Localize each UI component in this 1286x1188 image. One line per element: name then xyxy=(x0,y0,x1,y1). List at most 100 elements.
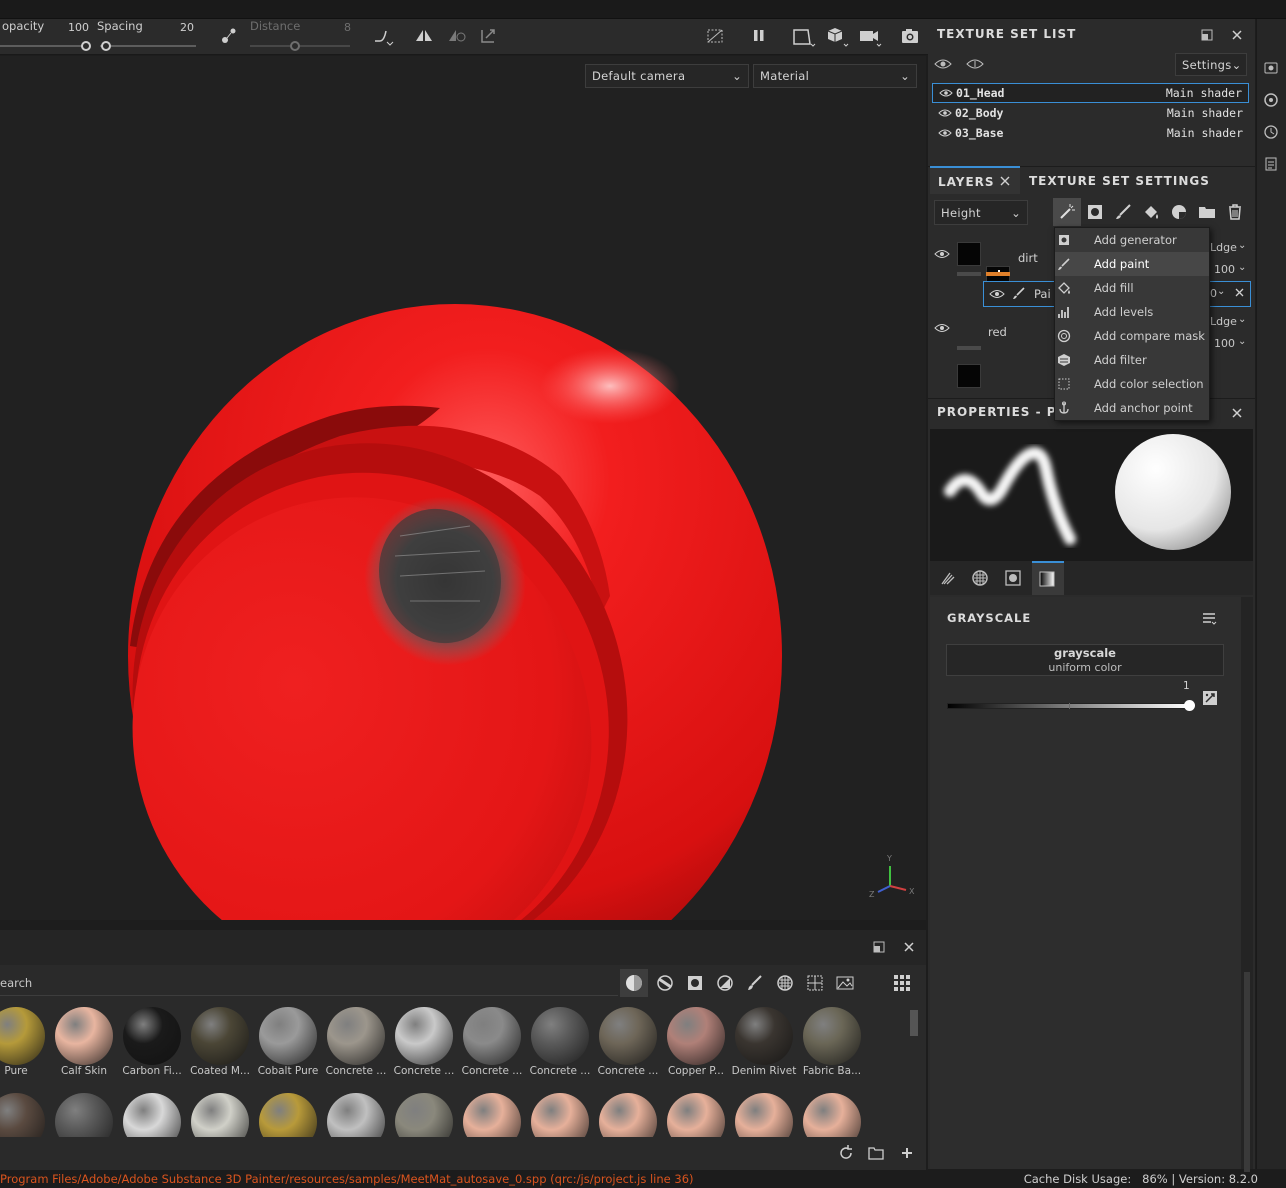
opacity-slider-handle[interactable] xyxy=(81,41,91,51)
add-folder-icon[interactable] xyxy=(1198,203,1216,221)
menu-item-add-fill[interactable]: Add fill xyxy=(1055,276,1209,300)
material-thumbnail[interactable] xyxy=(254,1093,317,1137)
layer-name[interactable]: dirt xyxy=(1018,251,1038,265)
grayscale-value[interactable]: 1 xyxy=(1183,680,1190,692)
material-thumbnail[interactable]: Cobalt Pure xyxy=(254,1007,322,1077)
visibility-eye-icon[interactable] xyxy=(934,322,950,334)
texture-set-row[interactable]: 02_Body Main shader xyxy=(932,103,1249,123)
menu-item-add-levels[interactable]: Add levels xyxy=(1055,300,1209,324)
menu-item-add-color-selection[interactable]: Add color selection xyxy=(1055,372,1209,396)
material-thumbnail[interactable]: Fabric Ba... xyxy=(798,1007,866,1077)
add-icon[interactable] xyxy=(898,1144,916,1162)
material-thumbnail[interactable] xyxy=(0,1093,45,1137)
distance-value[interactable]: 8 xyxy=(344,21,351,34)
spacing-slider-track[interactable] xyxy=(100,45,196,47)
close-icon[interactable] xyxy=(1231,407,1243,419)
material-thumbnail[interactable] xyxy=(390,1093,453,1137)
add-mask-icon[interactable] xyxy=(1086,203,1104,221)
menu-item-add-paint[interactable]: Add paint xyxy=(1055,252,1209,276)
add-paint-layer-icon[interactable] xyxy=(1114,203,1132,221)
pause-icon[interactable] xyxy=(749,26,769,46)
material-thumbnail[interactable] xyxy=(50,1093,113,1137)
properties-scrollbar[interactable] xyxy=(1241,597,1253,1172)
brush-tab-icon[interactable] xyxy=(938,569,956,587)
material-thumbnail[interactable]: Concrete ... xyxy=(458,1007,526,1077)
material-thumbnail[interactable]: Copper P... xyxy=(662,1007,730,1077)
undock-icon[interactable] xyxy=(1201,29,1213,41)
visibility-eye-icon[interactable] xyxy=(934,248,950,260)
layer-blend-mode[interactable]: Ldge xyxy=(1210,315,1237,328)
lazy-mouse-icon[interactable] xyxy=(220,25,238,47)
grayscale-slider-handle[interactable] xyxy=(1184,700,1195,711)
filters-icon[interactable] xyxy=(715,973,735,993)
display-settings-icon[interactable] xyxy=(1261,90,1281,110)
material-thumbnail[interactable] xyxy=(118,1093,181,1137)
effect-opacity[interactable]: 0 xyxy=(1210,287,1217,300)
visibility-eye-icon[interactable] xyxy=(938,128,952,138)
folder-icon[interactable] xyxy=(867,1144,885,1162)
material-thumbnail[interactable] xyxy=(594,1093,657,1137)
texture-set-shader[interactable]: Main shader xyxy=(1167,106,1243,120)
smart-mask-icon[interactable] xyxy=(685,973,705,993)
textures-icon[interactable] xyxy=(805,973,825,993)
layer-opacity[interactable]: 100 xyxy=(1214,263,1235,276)
camera-select[interactable]: Default camera ⌄ xyxy=(585,64,749,88)
layer-blend-mode[interactable]: Ldge xyxy=(1210,241,1237,254)
shelf-scrollbar[interactable] xyxy=(910,1010,918,1036)
menu-item-add-generator[interactable]: Add generator xyxy=(1055,228,1209,252)
stencil-tab-icon[interactable] xyxy=(1004,569,1022,587)
refresh-icon[interactable] xyxy=(837,1144,855,1162)
environment-icon[interactable] xyxy=(835,973,855,993)
texture-set-shader[interactable]: Main shader xyxy=(1166,86,1242,100)
texture-set-shader[interactable]: Main shader xyxy=(1167,126,1243,140)
add-fill-layer-icon[interactable] xyxy=(1142,203,1160,221)
smart-material-icon[interactable] xyxy=(655,973,675,993)
alpha-tab-icon[interactable] xyxy=(971,569,989,587)
material-thumbnail[interactable]: Calf Skin xyxy=(50,1007,118,1077)
solo-eye-icon[interactable] xyxy=(965,56,985,72)
hide-ui-icon[interactable] xyxy=(704,26,726,46)
material-thumbnail[interactable]: Pure xyxy=(0,1007,50,1077)
brushes-icon[interactable] xyxy=(745,973,765,993)
camera-video-icon[interactable] xyxy=(857,24,885,50)
material-thumbnail[interactable] xyxy=(458,1093,521,1137)
visibility-eye-icon[interactable] xyxy=(939,88,953,98)
material-thumbnail[interactable] xyxy=(730,1093,793,1137)
tab-layers[interactable]: LAYERS xyxy=(930,166,1020,194)
material-thumbnail[interactable] xyxy=(662,1093,725,1137)
history-icon[interactable] xyxy=(1261,122,1281,142)
close-icon[interactable] xyxy=(1000,176,1010,186)
alphas-icon[interactable] xyxy=(775,973,795,993)
grid-view-icon[interactable] xyxy=(892,973,912,993)
log-icon[interactable] xyxy=(1261,154,1281,174)
material-thumbnail[interactable] xyxy=(322,1093,385,1137)
3d-viewport[interactable]: Default camera ⌄ Material ⌄ Y X Z xyxy=(0,56,926,920)
symmetry-mirror-icon[interactable] xyxy=(446,27,468,45)
eye-settings-icon[interactable] xyxy=(933,56,953,72)
stroke-curve-icon[interactable] xyxy=(372,25,398,49)
menu-item-add-filter[interactable]: Add filter xyxy=(1055,348,1209,372)
layer-name[interactable]: red xyxy=(988,325,1007,339)
close-icon[interactable] xyxy=(903,941,915,953)
material-thumbnail[interactable]: Coated M... xyxy=(186,1007,254,1077)
visibility-eye-icon[interactable] xyxy=(938,108,952,118)
tab-texture-set-settings[interactable]: TEXTURE SET SETTINGS xyxy=(1029,174,1210,188)
transform-icon[interactable] xyxy=(478,26,500,46)
material-thumbnail[interactable]: Concrete ... xyxy=(390,1007,458,1077)
undock-icon[interactable] xyxy=(873,941,885,953)
distance-slider-track[interactable] xyxy=(250,45,350,47)
opacity-value[interactable]: 100 xyxy=(68,21,89,34)
material-thumbnail[interactable]: Concrete ... xyxy=(594,1007,662,1077)
menu-item-add-compare-mask[interactable]: Add compare mask xyxy=(1055,324,1209,348)
settings-icon[interactable] xyxy=(1261,58,1281,78)
material-thumbnail[interactable]: Carbon Fi... xyxy=(118,1007,186,1077)
delete-icon[interactable] xyxy=(1226,203,1244,221)
material-thumbnail[interactable]: Concrete ... xyxy=(322,1007,390,1077)
random-seed-icon[interactable] xyxy=(1202,690,1218,706)
screenshot-camera-icon[interactable] xyxy=(899,25,921,47)
material-thumbnail[interactable] xyxy=(186,1093,249,1137)
symmetry-icon[interactable] xyxy=(413,27,435,45)
distance-slider-handle[interactable] xyxy=(290,41,300,51)
texture-set-row[interactable]: 01_Head Main shader xyxy=(932,83,1249,103)
material-thumbnail[interactable]: Denim Rivet xyxy=(730,1007,798,1077)
